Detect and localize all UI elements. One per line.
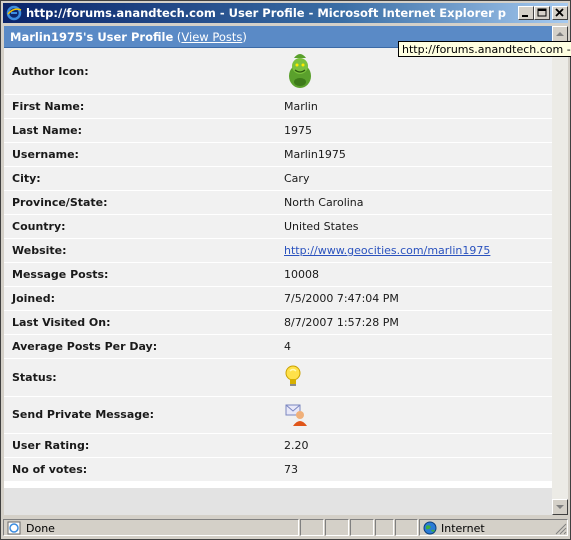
field-value: 2.20 [284,439,309,452]
field-label: Username: [12,148,79,161]
content-footer [4,488,552,515]
vertical-scrollbar[interactable] [552,26,568,515]
grinch-avatar-icon [284,52,316,93]
close-button[interactable] [552,6,568,20]
title-bar[interactable]: http://forums.anandtech.com - User Profi… [3,3,568,23]
page-content: Marlin1975's User Profile (View Posts) A… [4,26,552,515]
profile-fields: Author Icon: First Name: Marlin Last Nam… [4,48,552,482]
minimize-button[interactable] [518,6,534,20]
field-row-first-name: First Name: Marlin [4,95,552,119]
field-label: Author Icon: [12,65,89,78]
status-cell [375,519,394,536]
field-row-last-name: Last Name: 1975 [4,119,552,143]
field-row-joined: Joined: 7/5/2000 7:47:04 PM [4,287,552,311]
field-label: Send Private Message: [12,408,154,421]
profile-title: Marlin1975's User Profile [10,30,174,44]
field-label: City: [12,172,41,185]
field-value: Cary [284,172,310,185]
status-main-cell: Done [3,519,299,536]
field-label: User Rating: [12,439,90,452]
field-row-message-posts: Message Posts: 10008 [4,263,552,287]
field-value: 8/7/2007 1:57:28 PM [284,316,399,329]
browser-window: http://forums.anandtech.com - User Profi… [0,0,571,540]
resize-grip-icon[interactable] [555,523,567,538]
ie-logo-icon [6,5,22,21]
field-row-status: Status: [4,359,552,397]
field-label: Joined: [12,292,55,305]
field-label: Status: [12,371,57,384]
status-text: Done [26,522,55,535]
field-label: First Name: [12,100,85,113]
page-done-icon [7,521,21,538]
field-value: Marlin [284,100,318,113]
scroll-up-button[interactable] [552,26,568,42]
status-cell [395,519,418,536]
status-cell [350,519,374,536]
field-row-website: Website: http://www.geocities.com/marlin… [4,239,552,263]
field-row-city: City: Cary [4,167,552,191]
field-label: Last Name: [12,124,83,137]
field-row-no-of-votes: No of votes: 73 [4,458,552,482]
field-label: Country: [12,220,66,233]
maximize-button[interactable] [534,6,550,20]
field-row-user-rating: User Rating: 2.20 [4,434,552,458]
field-value: North Carolina [284,196,364,209]
field-row-average-posts: Average Posts Per Day: 4 [4,335,552,359]
field-value: 10008 [284,268,319,281]
status-cell [325,519,349,536]
security-zone-cell[interactable]: Internet [419,519,568,536]
scroll-down-button[interactable] [552,499,568,515]
field-value: United States [284,220,359,233]
field-value: Marlin1975 [284,148,346,161]
field-value: 4 [284,340,291,353]
website-link[interactable]: http://www.geocities.com/marlin1975 [284,244,490,257]
field-label: Province/State: [12,196,108,209]
field-label: Last Visited On: [12,316,111,329]
field-row-username: Username: Marlin1975 [4,143,552,167]
field-label: Website: [12,244,67,257]
field-label: Average Posts Per Day: [12,340,158,353]
field-value: 7/5/2000 7:47:04 PM [284,292,399,305]
field-label: No of votes: [12,463,88,476]
status-bar: Done Internet [3,518,568,537]
url-tooltip: http://forums.anandtech.com - Use [398,41,571,57]
window-title: http://forums.anandtech.com - User Profi… [26,6,506,20]
field-row-last-visited: Last Visited On: 8/7/2007 1:57:28 PM [4,311,552,335]
field-row-province-state: Province/State: North Carolina [4,191,552,215]
send-message-icon[interactable] [284,402,310,431]
view-posts-link[interactable]: View Posts [181,30,242,44]
lightbulb-icon [284,365,302,392]
field-row-send-pm: Send Private Message: [4,397,552,434]
zone-text: Internet [441,522,485,535]
link-close-paren: ) [242,30,247,44]
globe-icon [423,521,437,538]
field-label: Message Posts: [12,268,109,281]
field-value: 73 [284,463,298,476]
field-row-country: Country: United States [4,215,552,239]
status-cell [300,519,324,536]
field-value: 1975 [284,124,312,137]
